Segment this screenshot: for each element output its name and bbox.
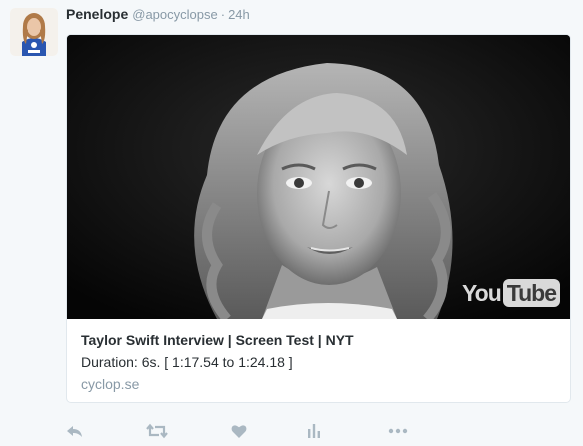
analytics-icon [308,424,320,438]
link-card[interactable]: You Tube Taylor Swift Interview | Screen… [66,34,571,403]
video-still-image [67,35,570,319]
reply-icon [67,426,82,437]
separator-dot: · [220,7,226,22]
retweet-icon [146,423,168,439]
tweet: Penelope @apocyclopse · 24h You Tube Tay… [0,0,583,446]
more-button[interactable] [386,420,410,442]
more-icon [388,428,408,434]
card-title[interactable]: Taylor Swift Interview | Screen Test | N… [81,330,556,350]
tweet-actions [66,420,426,442]
retweet-button[interactable] [145,420,169,442]
avatar[interactable] [10,8,58,56]
reply-button[interactable] [63,420,87,442]
tweet-header: Penelope @apocyclopse · 24h [66,6,250,26]
analytics-button[interactable] [302,420,326,442]
youtube-logo-you: You [462,279,502,306]
like-icon [231,424,247,438]
author-handle[interactable]: @apocyclopse [132,7,217,22]
card-description: Duration: 6s. [ 1:17.54 to 1:24.18 ] [81,354,293,370]
avatar-image [10,8,58,56]
card-body: Taylor Swift Interview | Screen Test | N… [67,319,570,394]
video-thumbnail[interactable]: You Tube [67,35,570,319]
timestamp[interactable]: 24h [228,7,250,22]
youtube-logo: You Tube [462,279,560,307]
author-name[interactable]: Penelope [66,6,128,22]
youtube-logo-tube: Tube [502,279,560,307]
like-button[interactable] [227,420,251,442]
card-domain[interactable]: cyclop.se [81,374,556,394]
